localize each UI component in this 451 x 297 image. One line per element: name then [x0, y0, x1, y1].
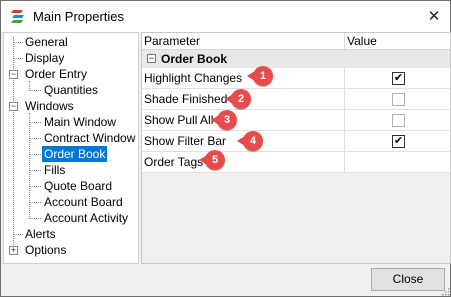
tree-item-account-activity[interactable]: Account Activity	[42, 210, 130, 226]
property-value	[344, 110, 450, 130]
property-name: Highlight Changes	[144, 71, 243, 85]
property-value[interactable]	[344, 152, 450, 172]
highlight-changes-checkbox[interactable]: ✔	[392, 72, 405, 85]
grid-header: Parameter Value	[142, 33, 450, 50]
column-header-value[interactable]: Value	[345, 33, 377, 50]
close-button[interactable]: Close	[371, 268, 445, 291]
property-value: ✔	[344, 131, 450, 151]
callout-badge-3: 3	[217, 110, 237, 130]
property-name: Show Filter Bar	[144, 134, 227, 148]
settings-tree: General Display − Order Entry Quantities…	[3, 32, 139, 264]
property-name: Shade Finished	[144, 92, 228, 106]
tree-item-main-window[interactable]: Main Window	[42, 114, 118, 130]
tree-item-general[interactable]: General	[23, 34, 70, 50]
tree-item-alerts[interactable]: Alerts	[23, 226, 58, 242]
property-row-shade-finished[interactable]: Shade Finished	[142, 89, 450, 110]
collapse-order-entry-icon[interactable]: −	[9, 70, 18, 79]
property-name: Show Pull All	[144, 113, 214, 127]
callout-badge-2: 2	[231, 89, 251, 109]
property-value: ✔	[344, 68, 450, 88]
property-row-show-pull-all[interactable]: Show Pull All	[142, 110, 450, 131]
callout-badge-5: 5	[205, 150, 225, 170]
tree-item-options[interactable]: Options	[23, 242, 68, 258]
window-title: Main Properties	[33, 9, 125, 24]
property-row-order-tags[interactable]: Order Tags	[142, 152, 450, 173]
property-value	[344, 89, 450, 109]
tree-item-contract-window[interactable]: Contract Window	[42, 130, 137, 146]
callout-badge-4: 4	[243, 131, 263, 151]
tree-item-account-board[interactable]: Account Board	[42, 194, 125, 210]
tree-item-order-entry[interactable]: Order Entry	[23, 66, 89, 82]
main-properties-dialog: Main Properties ✕ General Display − Orde…	[0, 0, 451, 297]
section-title: Order Book	[161, 52, 228, 66]
collapse-windows-icon[interactable]: −	[9, 102, 18, 111]
resize-grip-icon[interactable]	[441, 287, 450, 296]
tree-item-display[interactable]: Display	[23, 50, 66, 66]
property-row-show-filter-bar[interactable]: Show Filter Bar ✔	[142, 131, 450, 152]
property-grid: Parameter Value − Order Book Highlight C…	[141, 32, 451, 264]
expand-options-icon[interactable]: +	[9, 246, 18, 255]
collapse-section-icon[interactable]: −	[147, 54, 156, 63]
tree-item-quantities[interactable]: Quantities	[42, 82, 100, 98]
callout-badge-1: 1	[253, 66, 273, 86]
tree-item-order-book[interactable]: Order Book	[42, 146, 108, 162]
tree-item-windows[interactable]: Windows	[23, 98, 76, 114]
tree-item-quote-board[interactable]: Quote Board	[42, 178, 114, 194]
show-pull-all-checkbox[interactable]	[392, 114, 405, 127]
tree-item-fills[interactable]: Fills	[42, 162, 67, 178]
title-bar: Main Properties ✕	[1, 1, 450, 32]
app-logo-icon	[10, 8, 26, 25]
section-order-book[interactable]: − Order Book	[142, 50, 450, 68]
shade-finished-checkbox[interactable]	[392, 93, 405, 106]
property-name: Order Tags	[144, 155, 204, 169]
close-window-icon[interactable]: ✕	[419, 2, 449, 31]
property-row-highlight-changes[interactable]: Highlight Changes ✔	[142, 68, 450, 89]
column-header-parameter[interactable]: Parameter	[142, 33, 200, 50]
show-filter-bar-checkbox[interactable]: ✔	[392, 135, 405, 148]
